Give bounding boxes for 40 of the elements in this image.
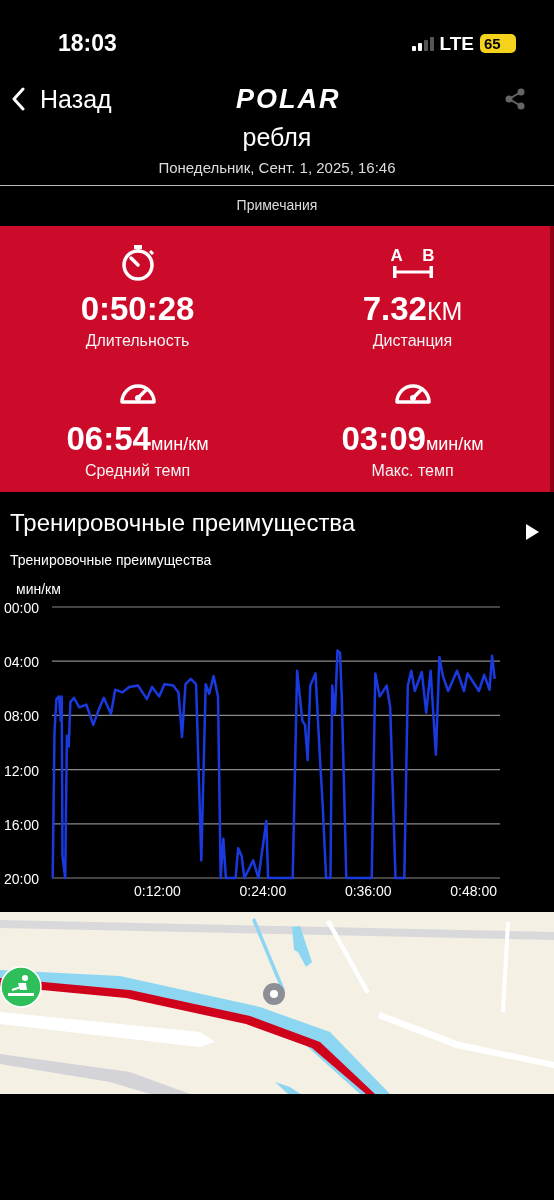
distance-bar-icon — [392, 265, 433, 278]
stat-unit: КМ — [426, 297, 463, 326]
network-label: LTE — [439, 32, 474, 55]
rowing-icon[interactable] — [0, 966, 42, 1008]
y-tick-label: 16:00 — [4, 816, 40, 833]
stat-label: Макс. темп — [371, 462, 454, 480]
stat-unit: мин/км — [150, 434, 209, 455]
workout-title: ребля — [241, 123, 313, 151]
x-tick-label: 0:48:00 — [450, 883, 497, 899]
brand-logo: POLAR — [236, 83, 341, 115]
x-tick-label: 0:24:00 — [239, 883, 287, 899]
point-label: A — [390, 246, 403, 264]
chevron-left-icon — [12, 87, 26, 111]
stat-value: 06:54 — [66, 420, 151, 458]
play-icon[interactable] — [526, 524, 539, 540]
y-tick-label: 00:00 — [4, 600, 40, 616]
y-tick-label: 04:00 — [4, 654, 40, 671]
back-button[interactable]: Назад — [12, 84, 112, 114]
workout-date: Понедельник, Сент. 1, 2025, 16:46 — [157, 158, 397, 178]
x-tick-label: 0:12:00 — [134, 883, 181, 899]
stat-unit: мин/км — [425, 434, 484, 455]
axis-unit: мин/км — [16, 581, 61, 597]
stat-label: Дистанция — [372, 332, 453, 350]
stat-value: 03:09 — [341, 420, 426, 458]
x-tick-label: 0:36:00 — [344, 883, 392, 899]
y-tick-label: 08:00 — [4, 708, 40, 725]
stat-value: 0:50:28 — [80, 290, 195, 328]
battery-percentage: 65 — [480, 34, 516, 53]
stat-label: Средний темп — [84, 462, 191, 480]
share-icon[interactable] — [505, 88, 526, 110]
stat-value: 7.32 — [362, 290, 427, 328]
signal-icon — [411, 36, 434, 51]
y-tick-label: 20:00 — [4, 871, 40, 887]
stat-label: Длительность — [85, 332, 190, 350]
y-tick-label: 12:00 — [4, 762, 40, 779]
clock-time: 18:03 — [58, 30, 117, 57]
point-label: B — [422, 246, 435, 264]
chart-title: Тренировочные преимущества — [9, 551, 213, 570]
section-title: Тренировочные преимущества — [10, 509, 356, 537]
notes-link[interactable]: Примечания — [236, 197, 318, 213]
